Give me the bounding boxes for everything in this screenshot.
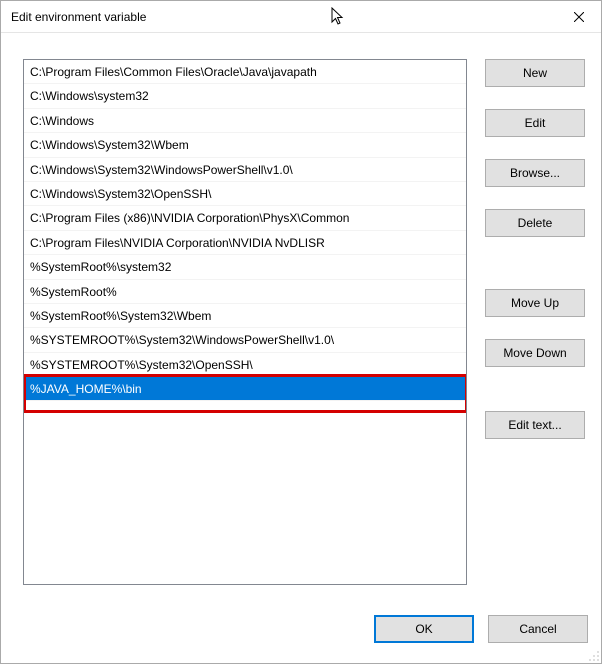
- edit-button[interactable]: Edit: [485, 109, 585, 137]
- browse-button[interactable]: Browse...: [485, 159, 585, 187]
- path-listbox[interactable]: C:\Program Files\Common Files\Oracle\Jav…: [23, 59, 467, 585]
- path-entry[interactable]: C:\Windows\system32: [24, 84, 466, 108]
- resize-grip-icon[interactable]: [588, 650, 600, 662]
- path-entry[interactable]: C:\Windows\System32\Wbem: [24, 133, 466, 157]
- delete-button[interactable]: Delete: [485, 209, 585, 237]
- cancel-button[interactable]: Cancel: [488, 615, 588, 643]
- path-entry[interactable]: C:\Program Files\NVIDIA Corporation\NVID…: [24, 231, 466, 255]
- path-entry[interactable]: C:\Windows\System32\OpenSSH\: [24, 182, 466, 206]
- path-entry[interactable]: C:\Windows: [24, 109, 466, 133]
- cursor-icon: [331, 7, 347, 30]
- move-down-button[interactable]: Move Down: [485, 339, 585, 367]
- move-up-button[interactable]: Move Up: [485, 289, 585, 317]
- side-button-column: New Edit Browse... Delete Move Up Move D…: [485, 59, 587, 589]
- edit-text-button[interactable]: Edit text...: [485, 411, 585, 439]
- path-entry[interactable]: %SystemRoot%\system32: [24, 255, 466, 279]
- close-button[interactable]: [556, 2, 601, 32]
- dialog-footer: OK Cancel: [0, 604, 602, 664]
- path-entry[interactable]: %SYSTEMROOT%\System32\OpenSSH\: [24, 353, 466, 377]
- new-button[interactable]: New: [485, 59, 585, 87]
- path-entry[interactable]: C:\Program Files\Common Files\Oracle\Jav…: [24, 60, 466, 84]
- path-entry[interactable]: %SYSTEMROOT%\System32\WindowsPowerShell\…: [24, 328, 466, 352]
- ok-button[interactable]: OK: [374, 615, 474, 643]
- titlebar: Edit environment variable: [1, 1, 601, 33]
- path-entry[interactable]: C:\Program Files (x86)\NVIDIA Corporatio…: [24, 206, 466, 230]
- path-entry[interactable]: %SystemRoot%\System32\Wbem: [24, 304, 466, 328]
- path-entry[interactable]: %SystemRoot%: [24, 280, 466, 304]
- path-entry[interactable]: %JAVA_HOME%\bin: [24, 377, 466, 401]
- path-entry[interactable]: C:\Windows\System32\WindowsPowerShell\v1…: [24, 158, 466, 182]
- dialog-content: C:\Program Files\Common Files\Oracle\Jav…: [1, 33, 601, 603]
- window-title: Edit environment variable: [11, 10, 146, 24]
